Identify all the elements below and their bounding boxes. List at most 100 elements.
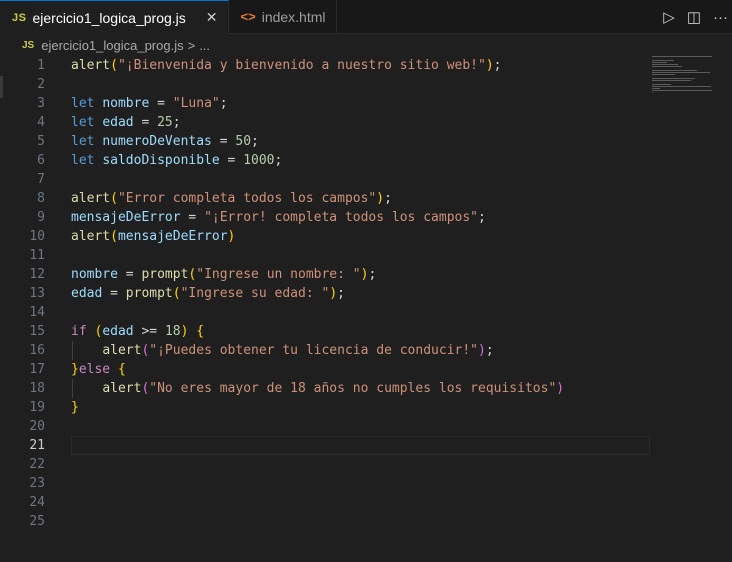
code-text: alert("¡Puedes obtener tu licencia de co… xyxy=(71,341,493,360)
code-line[interactable]: 24 xyxy=(0,493,648,512)
code-token: "¡Bienvenida y bienvenido a nuestro siti… xyxy=(117,58,486,73)
line-number: 9 xyxy=(37,210,45,225)
code-token: else xyxy=(78,362,111,377)
line-number: 2 xyxy=(37,77,45,92)
code-token: "¡Puedes obtener tu licencia de conducir… xyxy=(149,343,479,358)
code-line[interactable]: 25 xyxy=(0,512,648,531)
line-number: 5 xyxy=(37,134,45,149)
code-editor[interactable]: 1 alert("¡Bienvenida y bienvenido a nuest… xyxy=(0,56,660,562)
code-token: numeroDeVentas xyxy=(102,134,212,149)
code-line[interactable]: 7 xyxy=(0,170,648,189)
tab-label: index.html xyxy=(261,8,326,25)
code-token: ( xyxy=(110,58,118,73)
code-token: mensajeDeError xyxy=(71,210,181,225)
code-token: ; xyxy=(337,286,345,301)
code-line[interactable]: 14 xyxy=(0,303,648,322)
javascript-file-icon: JS xyxy=(12,11,27,24)
code-line[interactable]: 10 alert(mensajeDeError) xyxy=(0,227,648,246)
code-token: alert xyxy=(102,343,142,358)
code-token: ; xyxy=(368,267,377,282)
code-text: nombre = prompt("Ingrese un nombre: "); xyxy=(71,265,376,284)
tab-index-html[interactable]: <> index.html xyxy=(229,0,337,33)
code-token: edad xyxy=(102,324,134,339)
code-line[interactable]: 20 xyxy=(0,417,648,436)
code-token: { xyxy=(117,362,126,377)
breadcrumb-more[interactable]: ... xyxy=(199,38,210,53)
code-token: "Luna" xyxy=(172,96,220,111)
tab-ejercicio1[interactable]: JS ejercicio1_logica_prog.js ✕ xyxy=(0,0,229,34)
code-line[interactable]: 3 let nombre = "Luna"; xyxy=(0,94,648,113)
code-token: { xyxy=(196,324,205,339)
more-actions-icon[interactable]: ··· xyxy=(713,9,728,26)
code-line[interactable]: 8 alert("Error completa todos los campos"… xyxy=(0,189,648,208)
minimap-line xyxy=(652,74,675,75)
line-number: 15 xyxy=(29,324,45,339)
code-token: let xyxy=(71,96,103,111)
indent-guide xyxy=(72,341,73,360)
code-line[interactable]: 2 xyxy=(0,75,648,94)
line-number: 10 xyxy=(29,229,45,244)
code-text: alert("No eres mayor de 18 años no cumpl… xyxy=(71,379,564,398)
code-line[interactable]: 6 let saldoDisponible = 1000; xyxy=(0,151,648,170)
code-text: } xyxy=(71,398,79,417)
minimap-line xyxy=(652,72,710,73)
code-token: ) xyxy=(478,343,486,358)
line-number: 13 xyxy=(29,286,45,301)
code-line[interactable]: 15 if (edad >= 18) { xyxy=(0,322,648,341)
code-token: ) xyxy=(376,191,385,206)
code-token: = xyxy=(117,267,142,282)
code-token: saldoDisponible xyxy=(102,153,220,168)
line-number: 18 xyxy=(29,381,45,396)
breadcrumb-file[interactable]: ejercicio1_logica_prog.js xyxy=(41,38,183,53)
code-line[interactable]: 1 alert("¡Bienvenida y bienvenido a nuest… xyxy=(0,56,648,75)
minimap-line xyxy=(652,86,711,87)
code-token: edad xyxy=(102,115,134,130)
split-editor-icon[interactable]: ◫ xyxy=(687,8,701,26)
code-line[interactable]: 9 mensajeDeError = "¡Error! completa todo… xyxy=(0,208,648,227)
editor-actions: ▷ ◫ ··· xyxy=(663,0,728,34)
minimap-line xyxy=(652,92,653,93)
code-token: ) xyxy=(485,58,494,73)
close-icon[interactable]: ✕ xyxy=(206,9,218,26)
code-line[interactable]: 4 let edad = 25; xyxy=(0,113,648,132)
code-line[interactable]: 12 nombre = prompt("Ingrese un nombre: ")… xyxy=(0,265,648,284)
code-text: alert("Error completa todos los campos")… xyxy=(71,189,392,208)
code-token: >= xyxy=(133,324,165,339)
code-token: } xyxy=(71,400,79,415)
line-number: 8 xyxy=(37,191,45,206)
code-token: = xyxy=(211,134,236,149)
code-line[interactable]: 5 let numeroDeVentas = 50; xyxy=(0,132,648,151)
line-number: 6 xyxy=(37,153,45,168)
minimap-line xyxy=(652,64,678,65)
minimap-line xyxy=(652,80,691,81)
line-number: 25 xyxy=(29,514,45,529)
code-line[interactable]: 19} xyxy=(0,398,648,417)
line-number: 7 xyxy=(37,172,45,187)
code-token: 25 xyxy=(157,115,173,130)
code-line[interactable]: 16 alert("¡Puedes obtener tu licencia de… xyxy=(0,341,648,360)
code-token: ; xyxy=(384,191,392,206)
line-number: 4 xyxy=(37,115,45,130)
line-number: 11 xyxy=(29,248,45,263)
code-text: let numeroDeVentas = 50; xyxy=(71,132,259,151)
code-line[interactable]: 22 xyxy=(0,455,648,474)
line-number: 1 xyxy=(37,58,45,73)
code-token: alert xyxy=(71,58,111,73)
code-line[interactable]: 21 xyxy=(0,436,650,455)
code-line[interactable]: 18 alert("No eres mayor de 18 años no cu… xyxy=(0,379,648,398)
run-icon[interactable]: ▷ xyxy=(663,8,675,26)
code-line[interactable]: 17}else { xyxy=(0,360,648,379)
code-token: 50 xyxy=(235,134,252,149)
minimap-line xyxy=(652,70,697,71)
code-line[interactable]: 13 edad = prompt("Ingrese su edad: "); xyxy=(0,284,648,303)
code-token: ) xyxy=(329,286,338,301)
line-number: 19 xyxy=(29,400,45,415)
minimap-line xyxy=(652,56,712,57)
javascript-file-icon: JS xyxy=(22,39,35,51)
code-line[interactable]: 11 xyxy=(0,246,648,265)
line-number: 14 xyxy=(29,305,45,320)
code-line[interactable]: 23 xyxy=(0,474,648,493)
code-text: }else { xyxy=(71,360,126,379)
minimap[interactable] xyxy=(652,56,720,116)
code-token: ; xyxy=(493,58,502,73)
